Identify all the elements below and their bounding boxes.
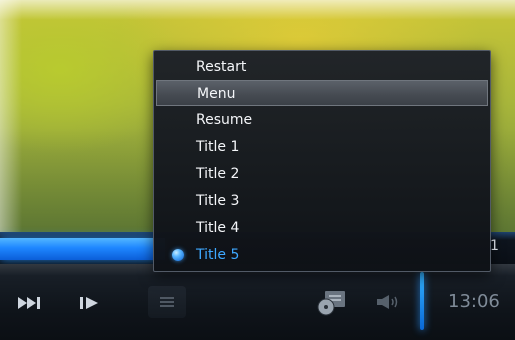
menu-item-menu[interactable]: Menu [156,80,488,106]
radio-dot-icon [172,249,184,261]
next-icon [16,295,44,311]
dvd-menu-button[interactable] [313,286,351,318]
menu-item-title-3[interactable]: Title 3 [156,188,488,214]
playlist-icon [158,295,176,309]
seek-time-readout: 1 [490,238,499,254]
menu-item-title-4[interactable]: Title 4 [156,215,488,241]
menu-item-title-1[interactable]: Title 1 [156,134,488,160]
dvd-menu-icon [315,288,349,316]
menu-item-label: Title 3 [196,193,240,209]
menu-item-label: Title 4 [196,220,240,236]
menu-item-label: Resume [196,112,253,128]
next-button[interactable] [14,290,46,316]
menu-item-label: Menu [197,86,236,102]
menu-item-restart[interactable]: Restart [156,54,488,80]
menu-item-title-2[interactable]: Title 2 [156,161,488,187]
playlist-button[interactable] [148,286,186,318]
volume-slider[interactable] [420,272,424,330]
menu-item-label: Restart [196,59,247,75]
menu-item-label: Title 1 [196,139,240,155]
volume-button[interactable] [370,288,410,316]
dvd-context-menu: Restart Menu Resume Title 1 Title 2 Titl… [153,50,491,272]
step-forward-icon [77,295,103,311]
step-forward-button[interactable] [74,290,106,316]
volume-icon [374,293,406,311]
seek-progress-fill [0,238,165,260]
menu-item-label: Title 2 [196,166,240,182]
menu-item-label: Title 5 [196,247,240,263]
menu-item-resume[interactable]: Resume [156,107,488,133]
elapsed-time: 13:06 [448,291,500,312]
menu-item-title-5[interactable]: Title 5 [156,242,488,268]
